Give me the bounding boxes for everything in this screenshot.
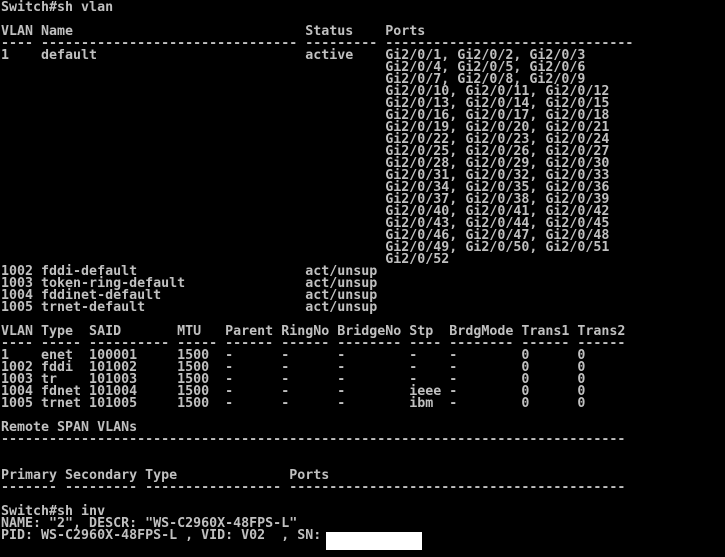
terminal-line: 1005 trnet-default act/unsup xyxy=(1,300,378,315)
terminal-line: Switch#sh vlan xyxy=(1,0,114,15)
serial-number-redaction xyxy=(326,532,422,550)
terminal-window[interactable]: Switch#sh vlan VLAN Name Status Ports ----… xyxy=(0,0,725,557)
terminal-line: 1005 trnet 101005 1500 - - - ibm - 0 0 xyxy=(1,396,586,411)
terminal-line: ------- --------- ----------------- ----… xyxy=(1,480,626,495)
terminal-output: Switch#sh vlan VLAN Name Status Ports ----… xyxy=(1,0,725,542)
terminal-line: ----------------------------------------… xyxy=(1,432,626,447)
